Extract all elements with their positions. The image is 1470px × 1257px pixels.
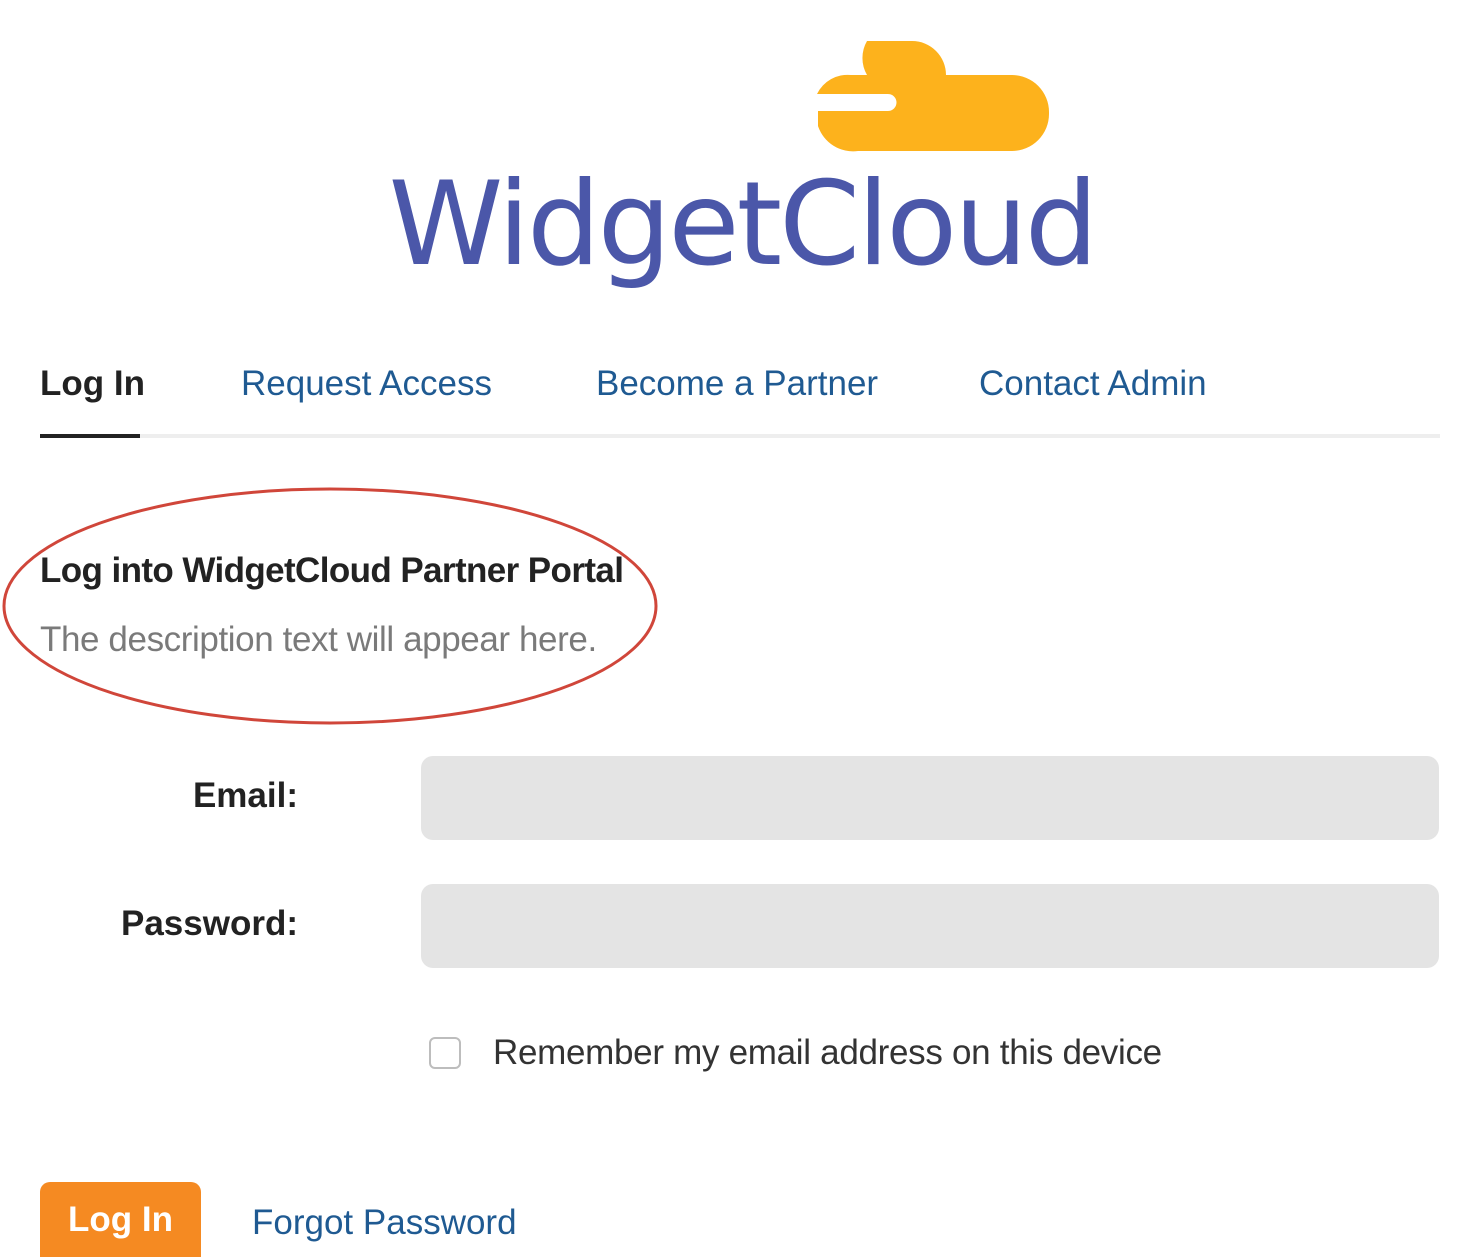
login-page: WidgetCloud Log In Request Access Become…: [0, 0, 1470, 1257]
page-description: The description text will appear here.: [40, 620, 597, 659]
cloud-icon: [817, 41, 1049, 152]
tab-bar: Log In Request Access Become a Partner C…: [40, 350, 1440, 440]
email-label: Email:: [192, 776, 298, 815]
logo: WidgetCloud: [0, 0, 1470, 310]
logo-wordmark: WidgetCloud: [388, 157, 1099, 292]
email-field[interactable]: [421, 756, 1439, 840]
remember-email-label[interactable]: Remember my email address on this device: [493, 1033, 1162, 1073]
password-field[interactable]: [421, 884, 1439, 968]
page-title: Log into WidgetCloud Partner Portal: [40, 551, 624, 590]
forgot-password-link[interactable]: Forgot Password: [252, 1200, 517, 1246]
tab-contact-admin[interactable]: Contact Admin: [979, 362, 1207, 406]
remember-email-checkbox[interactable]: [429, 1037, 461, 1069]
active-tab-indicator: [40, 434, 140, 438]
tab-request-access[interactable]: Request Access: [241, 362, 492, 406]
password-label: Password:: [121, 904, 298, 943]
tab-log-in[interactable]: Log In: [40, 362, 145, 406]
tab-become-a-partner[interactable]: Become a Partner: [596, 362, 878, 406]
annotation-ellipse: [2, 487, 658, 725]
remember-email-option: Remember my email address on this device: [429, 1028, 1162, 1078]
tab-divider: [40, 434, 1440, 438]
log-in-button[interactable]: Log In: [40, 1182, 201, 1257]
